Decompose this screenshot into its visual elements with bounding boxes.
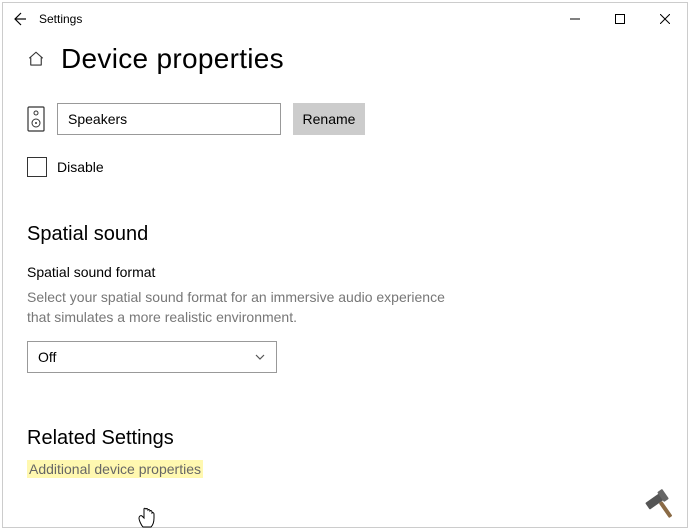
minimize-icon [570,14,580,24]
disable-label: Disable [57,159,104,175]
chevron-down-icon [254,351,266,363]
rename-button[interactable]: Rename [293,103,365,135]
additional-device-properties-link[interactable]: Additional device properties [27,460,203,478]
settings-window: Settings Device properties [2,2,688,528]
spatial-sound-title: Spatial sound [27,223,663,246]
maximize-button[interactable] [597,4,642,34]
minimize-button[interactable] [552,4,597,34]
spatial-format-dropdown[interactable]: Off [27,341,277,373]
close-button[interactable] [642,4,687,34]
app-title: Settings [39,12,82,26]
disable-row: Disable [27,157,663,177]
page-header: Device properties [27,43,663,75]
maximize-icon [615,14,625,24]
dropdown-selected-value: Off [38,349,56,365]
content-area: Device properties Rename Disable Spatial… [3,35,687,479]
home-icon[interactable] [27,50,45,68]
titlebar: Settings [3,3,687,35]
back-button[interactable] [11,11,27,27]
arrow-left-icon [11,11,27,27]
disable-checkbox[interactable] [27,157,47,177]
spatial-format-description: Select your spatial sound format for an … [27,288,467,327]
speaker-icon [27,106,45,132]
close-icon [660,14,670,24]
device-name-input[interactable] [57,103,281,135]
related-settings-title: Related Settings [27,427,663,450]
hammer-watermark-icon [640,482,682,524]
device-name-row: Rename [27,103,663,135]
titlebar-left: Settings [11,11,82,27]
window-controls [552,4,687,34]
spatial-format-label: Spatial sound format [27,264,663,280]
page-title: Device properties [61,43,284,75]
